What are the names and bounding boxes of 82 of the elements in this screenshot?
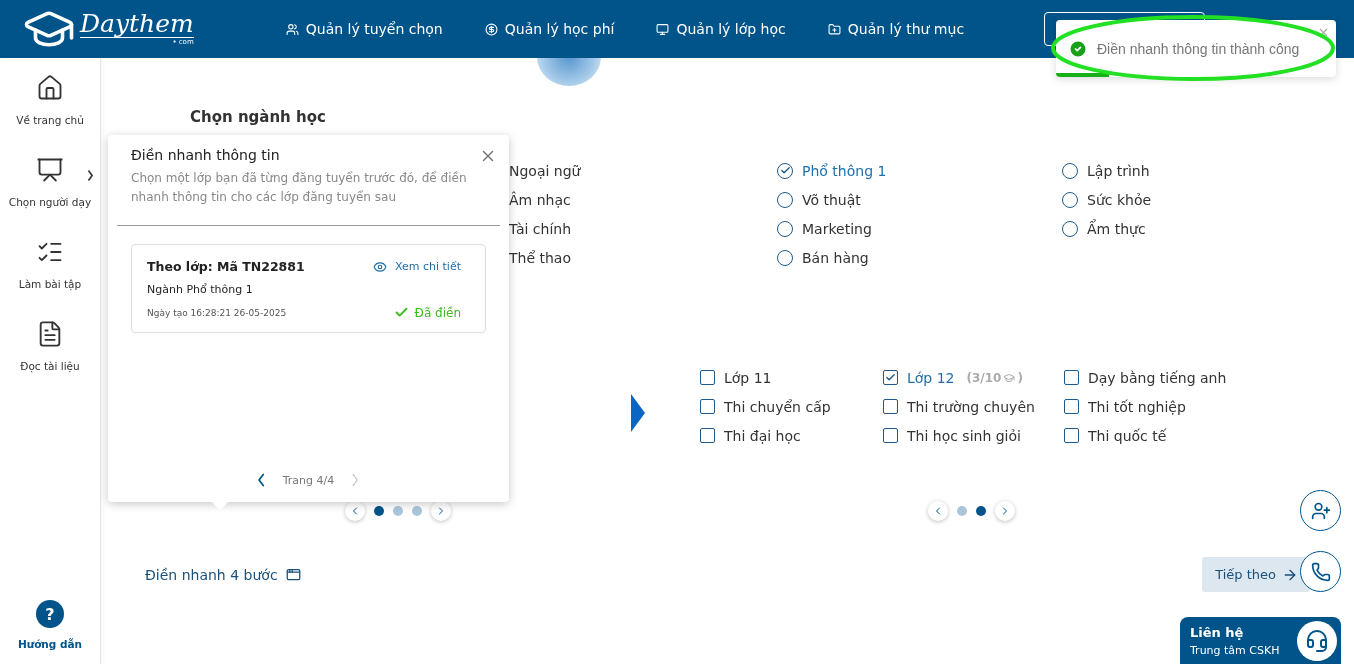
triangle-icon [631,394,645,432]
eye-icon [372,259,387,274]
sidebar-item[interactable]: Về trang chủ [0,74,100,156]
checkbox[interactable] [1064,399,1079,414]
major-option[interactable]: Marketing [777,214,1062,243]
class-option[interactable]: Dạy bằng tiếng anh [1064,363,1264,392]
major-option[interactable]: Sức khỏe [1062,185,1347,214]
major-option[interactable]: Phổ thông 1 [777,156,1062,185]
users-icon [285,22,299,36]
contact-title: Liên hệ [1190,625,1245,640]
view-details-link[interactable]: Xem chi tiết [372,259,461,274]
class-option[interactable]: Thi đại học [700,421,883,450]
pager-dot[interactable] [412,506,422,516]
page-indicator: Trang 4/4 [282,473,335,487]
chevron-right-icon [352,473,359,487]
contact-widget[interactable]: Liên hệ Trung tâm CSKH [1180,617,1341,664]
section-title: Chọn ngành học [190,108,327,126]
close-icon [1317,26,1330,39]
checkbox[interactable] [883,370,898,385]
count-note: (3/10 [966,370,1002,385]
contact-subtitle: Trung tâm CSKH [1190,644,1280,657]
sidebar-item[interactable]: Làm bài tập [0,238,100,320]
class-card[interactable]: Theo lớp: Mã TN22881 Xem chi tiết Ngành Phổ thông 1 Ngày tạo 16:28:21 26-05-2025 Đã điền [131,244,486,333]
help-link[interactable]: ? Hướng dẫn [17,600,83,650]
checkbox[interactable] [1064,370,1079,385]
sidebar-item[interactable]: Đọc tài liệu [0,320,100,402]
dollar-icon [484,22,498,36]
pager-dot[interactable] [957,506,967,516]
check-circle-icon [1068,38,1088,59]
class-option[interactable]: Thi học sinh giỏi [883,421,1064,450]
major-option[interactable]: Ẩm thực [1062,214,1347,243]
house-icon [36,74,64,102]
add-user-button[interactable] [1300,490,1341,531]
previous-page-button[interactable] [258,473,265,487]
check-icon [393,305,409,320]
filled-status: Đã điền [393,305,461,320]
nav-link[interactable]: Quản lý tuyển chọn [285,21,443,37]
popover-title: Điền nhanh thông tin [131,147,280,163]
checkbox[interactable] [700,370,715,385]
toast-message: Điền nhanh thông tin thành công [1097,40,1300,57]
card-title: Theo lớp: Mã TN22881 [147,259,306,274]
checkbox[interactable] [883,399,898,414]
logo-text: Daythem [80,11,194,38]
checkbox[interactable] [883,428,898,443]
pager-dot[interactable] [393,506,403,516]
folder-plus-icon [827,22,841,36]
checkbox[interactable] [1064,428,1079,443]
sidebar-item[interactable]: Chọn người dạy [0,156,100,238]
check-icon [885,372,896,383]
class-option[interactable]: Thi chuyển cấp [700,392,883,421]
user-plus-icon [1310,500,1331,521]
class-option[interactable]: Lớp 12 (3/10 ) [883,363,1064,392]
major-option[interactable]: Lập trình [1062,156,1347,185]
next-button[interactable]: Tiếp theo [1202,557,1310,592]
major-option[interactable]: Bán hàng [777,243,1062,272]
help-icon: ? [36,600,64,628]
card-date: Ngày tạo 16:28:21 26-05-2025 [147,307,288,318]
call-button[interactable] [1300,551,1341,592]
monitor-icon [656,22,670,36]
class-option[interactable]: Thi trường chuyên [883,392,1064,421]
graduation-cap-icon [1003,371,1016,384]
check-icon [779,165,791,176]
quick-fill-link[interactable]: Điền nhanh 4 bước [145,566,301,583]
card-major: Ngành Phổ thông 1 [147,283,254,296]
phone-icon [1310,561,1331,582]
checkbox[interactable] [700,428,715,443]
nav-link[interactable]: Quản lý thư mục [827,21,965,37]
pager-dot[interactable] [976,506,986,516]
class-option[interactable]: Thi tốt nghiệp [1064,392,1264,421]
window-icon [285,567,301,582]
popover-description: Chọn một lớp bạn đã từng đăng tuyển trước đó, để điền nhanh thông tin cho các lớp đăng tuyển sau [131,170,468,206]
presentation-icon [36,156,64,184]
class-option[interactable]: Thi quốc tế [1064,421,1264,450]
nav-link[interactable]: Quản lý học phí [484,21,615,37]
class-option[interactable]: Lớp 11 [700,363,883,392]
major-option[interactable]: Võ thuật [777,185,1062,214]
chevron-left-icon [258,473,265,487]
count-note-close: ) [1017,370,1023,385]
headset-icon [1305,629,1329,653]
checkbox[interactable] [700,399,715,414]
pager-dot[interactable] [374,506,384,516]
nav-link[interactable]: Quản lý lớp học [656,21,786,37]
